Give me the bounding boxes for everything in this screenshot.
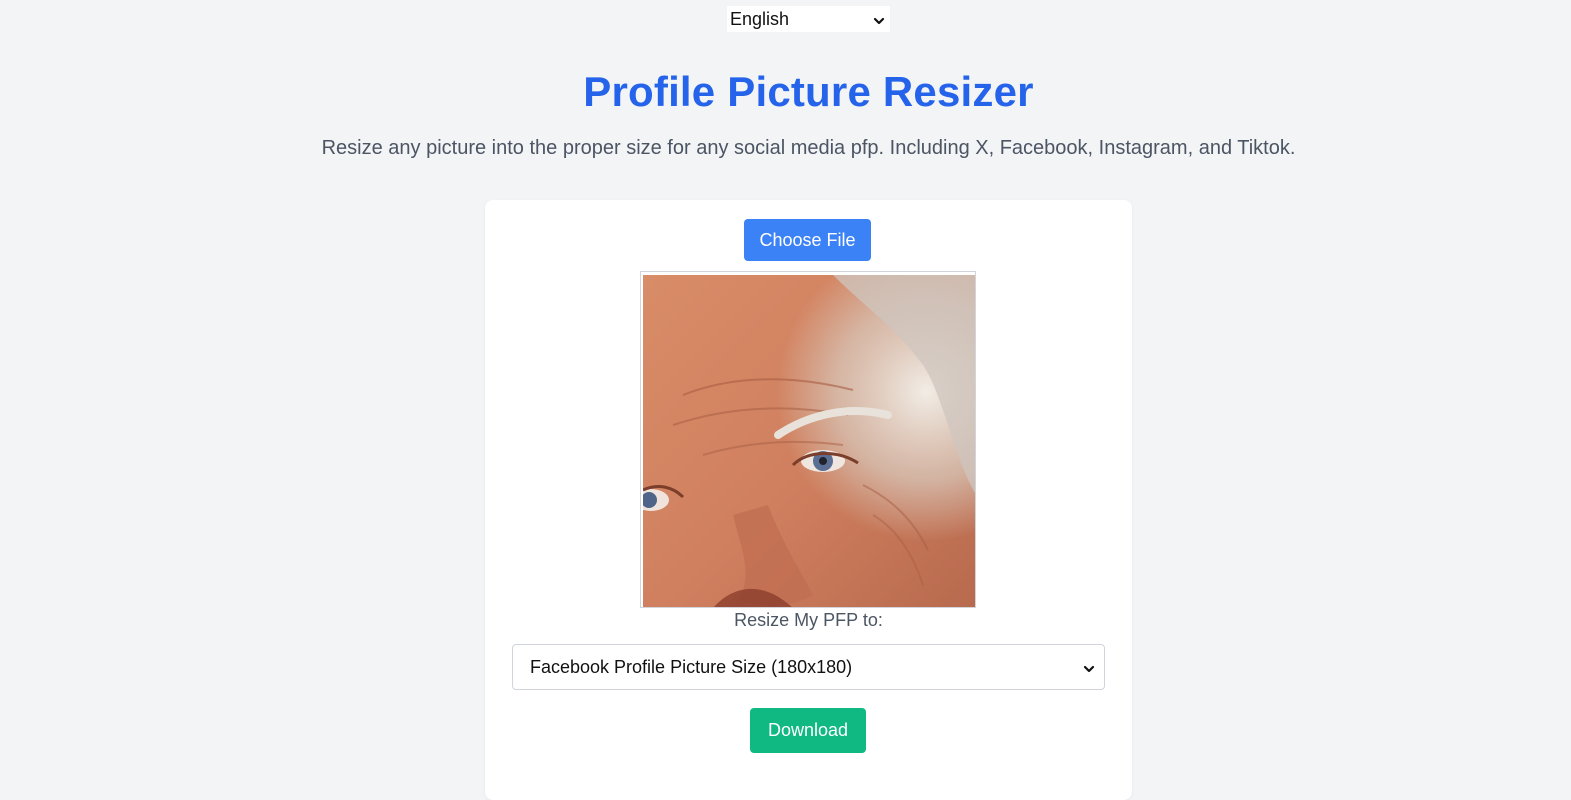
page-subtitle: Resize any picture into the proper size … (321, 137, 1296, 159)
chevron-down-icon (872, 12, 886, 26)
size-select-value: Facebook Profile Picture Size (180x180) (530, 656, 853, 677)
page-title: Profile Picture Resizer (583, 68, 1034, 115)
choose-file-button[interactable]: Choose File (744, 219, 871, 261)
chevron-down-icon (1082, 660, 1096, 674)
resizer-card: Choose File Resize My PFP to: Facebook P… (485, 200, 1132, 800)
download-button[interactable]: Download (750, 708, 866, 753)
language-select-value: English (730, 8, 790, 29)
size-select[interactable]: Facebook Profile Picture Size (180x180) (512, 644, 1105, 690)
language-select[interactable]: English (727, 6, 890, 32)
image-preview (640, 271, 976, 608)
resize-label: Resize My PFP to: (734, 610, 883, 630)
